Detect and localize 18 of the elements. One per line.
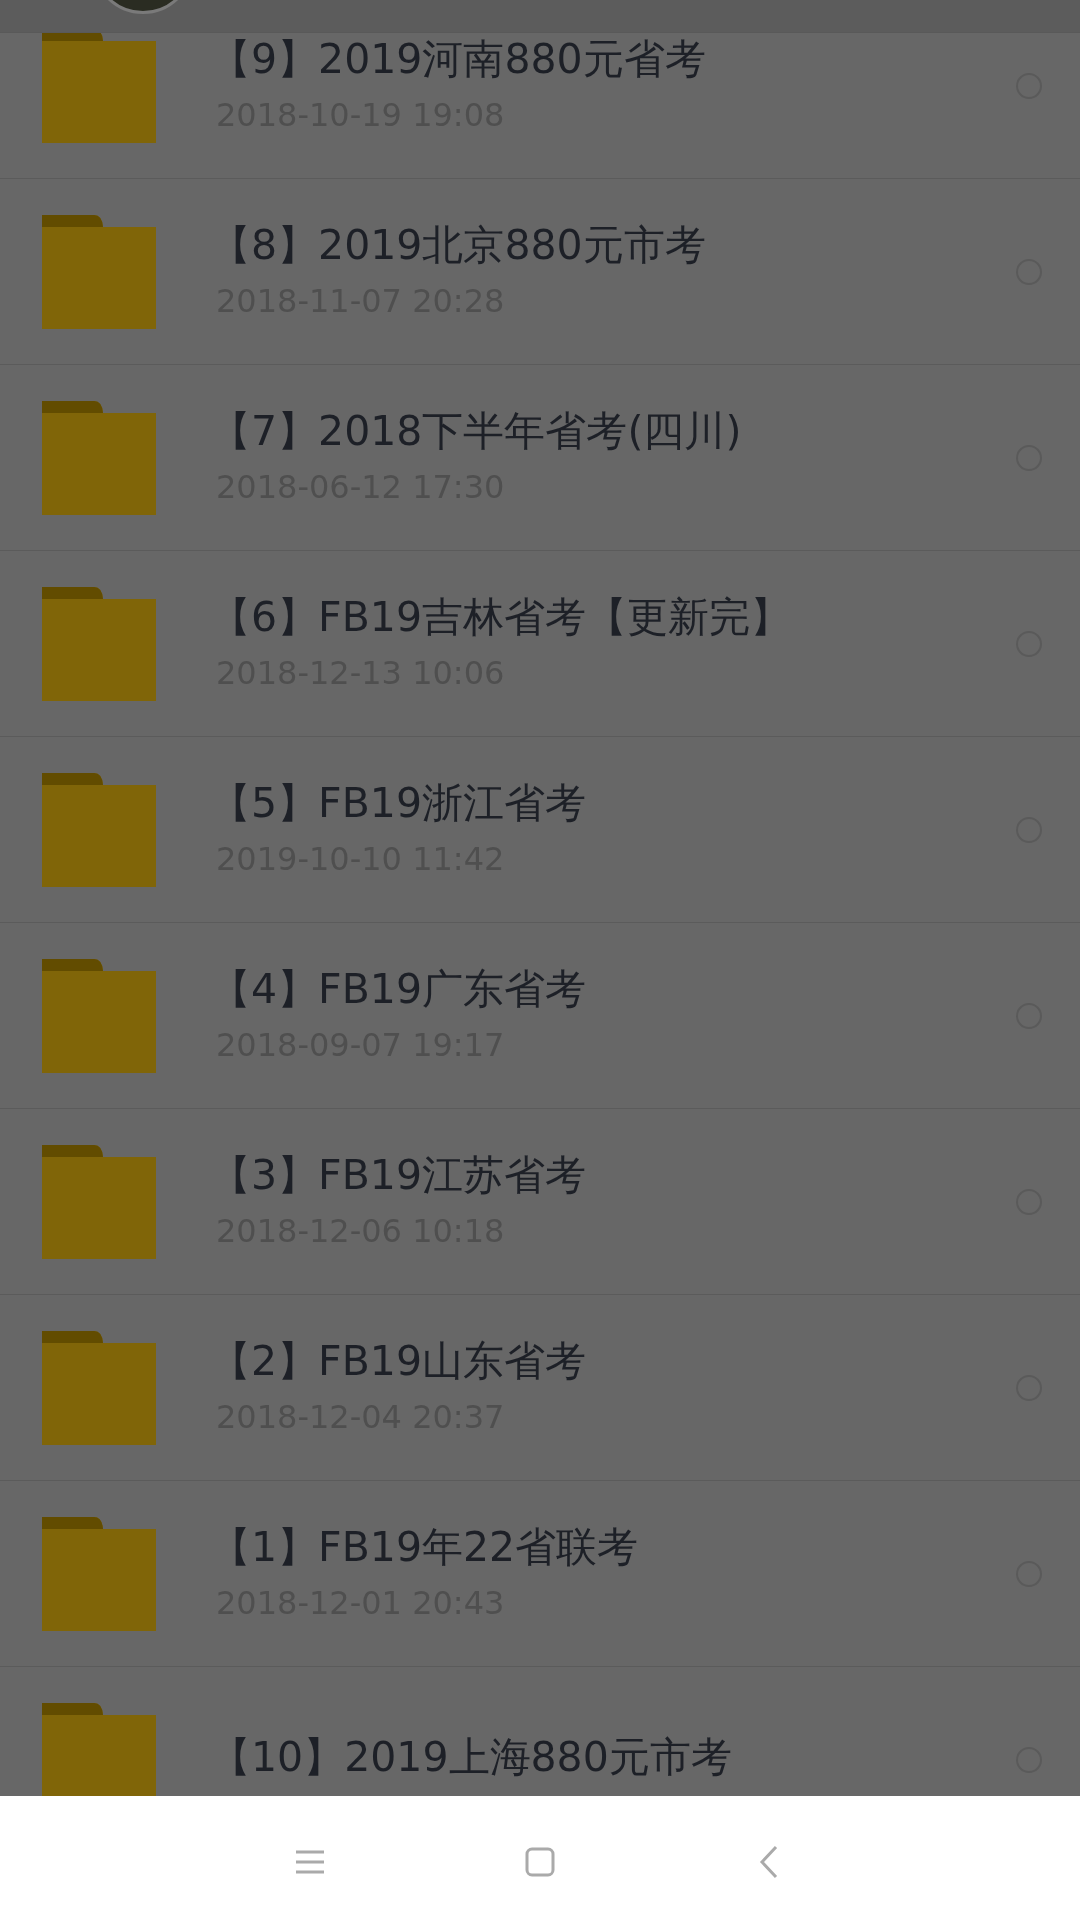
folder-name[interactable]: 【3】FB19江苏省考 [210,1148,1016,1203]
folder-name[interactable]: 【1】FB19年22省联考 [210,1520,1016,1575]
folder-icon [42,1144,156,1259]
folder-icon [42,772,156,887]
folder-name[interactable]: 【9】2019河南880元省考 [210,32,1016,87]
folder-icon [42,958,156,1073]
folder-name[interactable]: 【2】FB19山东省考 [210,1334,1016,1389]
folder-name[interactable]: 【4】FB19广东省考 [210,962,1016,1017]
folder-name[interactable]: 【10】2019上海880元市考 [210,1730,1016,1785]
folder-icon [42,214,156,329]
folder-icon [42,586,156,701]
folder-icon [42,1330,156,1445]
folder-icon [42,400,156,515]
folder-icon [42,1516,156,1631]
folder-name[interactable]: 【6】FB19吉林省考【更新完】 [210,590,1016,645]
folder-name[interactable]: 【8】2019北京880元市考 [210,218,1016,273]
folder-name[interactable]: 【7】2018下半年省考(四川) [210,404,1016,459]
folder-name[interactable]: 【5】FB19浙江省考 [210,776,1016,831]
